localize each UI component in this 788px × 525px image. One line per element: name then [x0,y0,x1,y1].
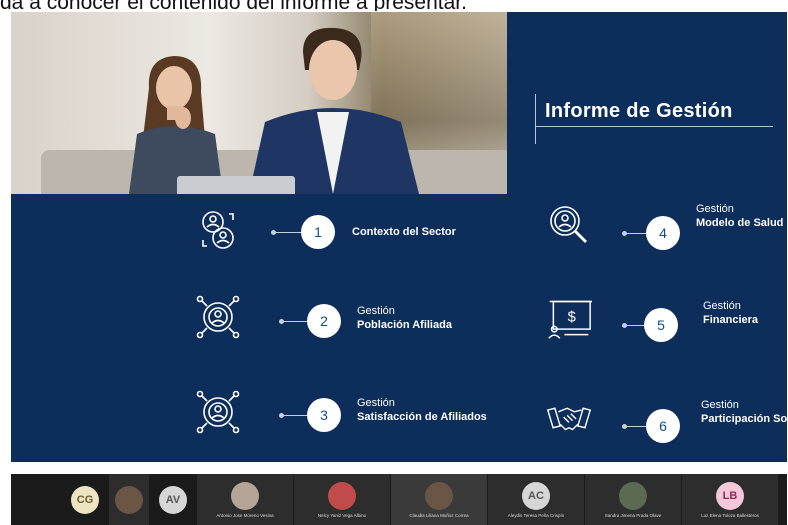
item-number: 2 [307,304,341,338]
caption-text: da a conocer el contenido del informe a … [0,0,788,11]
avatar [328,481,356,510]
item-label: Gestión Satisfacción de Afiliados [357,397,487,423]
item-label: Gestión Participación Social [701,399,787,425]
avatar: LB [716,481,744,510]
agenda-item-3: 3 Gestión Satisfacción de Afiliados [195,389,515,439]
participant-tile[interactable]: LB Luz Elena Toloza Ballesteros [682,474,778,525]
presentation-dollar-icon: $ [548,300,592,339]
avatar: CG [71,485,99,514]
participant-tile[interactable] [109,474,149,525]
item-number: 1 [301,215,335,249]
item-number: 3 [307,398,341,432]
participant-tile[interactable]: AC Aleydis Teresa Peña Crispín [488,474,584,525]
participant-tile[interactable]: Claudia Liliana Muñoz Correa [391,474,487,525]
avatar: AV [159,485,187,514]
handshake-icon [546,407,592,431]
participant-name: Luz Elena Toloza Ballesteros [701,512,759,518]
title-panel: Informe de Gestión [507,12,787,194]
participant-name: Antonio Jose Moreno Vesina [216,512,274,518]
participant-tile[interactable]: AV [149,474,197,525]
item-number: 6 [646,409,680,443]
magnifier-person-icon [550,206,588,244]
agenda-item-4: 4 Gestión Modelo de Salud [546,202,786,252]
man-figure [249,27,419,194]
avatar [619,481,647,510]
participant-tile[interactable]: Nelcy Yaniz Vega Albino [294,474,390,525]
participant-name: Nelcy Yaniz Vega Albino [317,512,367,518]
participant-name: Sandra Jimena Prada Olave [604,512,662,518]
target-person-icon [196,390,240,434]
target-person-icon [196,295,240,339]
avatar [115,485,143,514]
svg-text:$: $ [568,310,576,326]
item-label: Gestión Financiera [703,300,759,326]
woman-figure [129,56,223,194]
presentation-slide: Informe de Gestión 1 Contexto del Sector [11,12,787,462]
agenda-item-5: $ 5 Gestión Financiera [546,296,786,346]
item-number: 5 [644,308,678,342]
participant-tile[interactable]: CG [61,474,109,525]
participant-tile[interactable]: Sandra Jimena Prada Olave [585,474,681,525]
agenda-item-6: 6 Gestión Participación Social [546,395,787,445]
agenda-item-2: 2 Gestión Población Afiliada [195,294,495,344]
item-label: Gestión Población Afiliada [357,305,452,331]
participant-tile[interactable] [11,474,61,525]
avatar [425,481,453,510]
participant-name: Claudia Liliana Muñoz Correa [409,512,469,518]
participant-name: Aleydis Teresa Peña Crispín [507,512,565,518]
item-number: 4 [646,216,680,250]
avatar [231,481,259,510]
item-label: Gestión Modelo de Salud [696,203,784,229]
item-label: Contexto del Sector [352,226,456,238]
participants-strip: CG AV Antonio Jose Moreno Vesina Nelcy Y… [11,474,787,525]
slide-title: Informe de Gestión [545,100,733,122]
people-cycle-icon [202,211,234,249]
agenda-item-1: 1 Contexto del Sector [195,206,495,256]
slide-photo [11,12,507,194]
avatar: AC [522,481,550,510]
participant-tile[interactable]: Antonio Jose Moreno Vesina [197,474,293,525]
